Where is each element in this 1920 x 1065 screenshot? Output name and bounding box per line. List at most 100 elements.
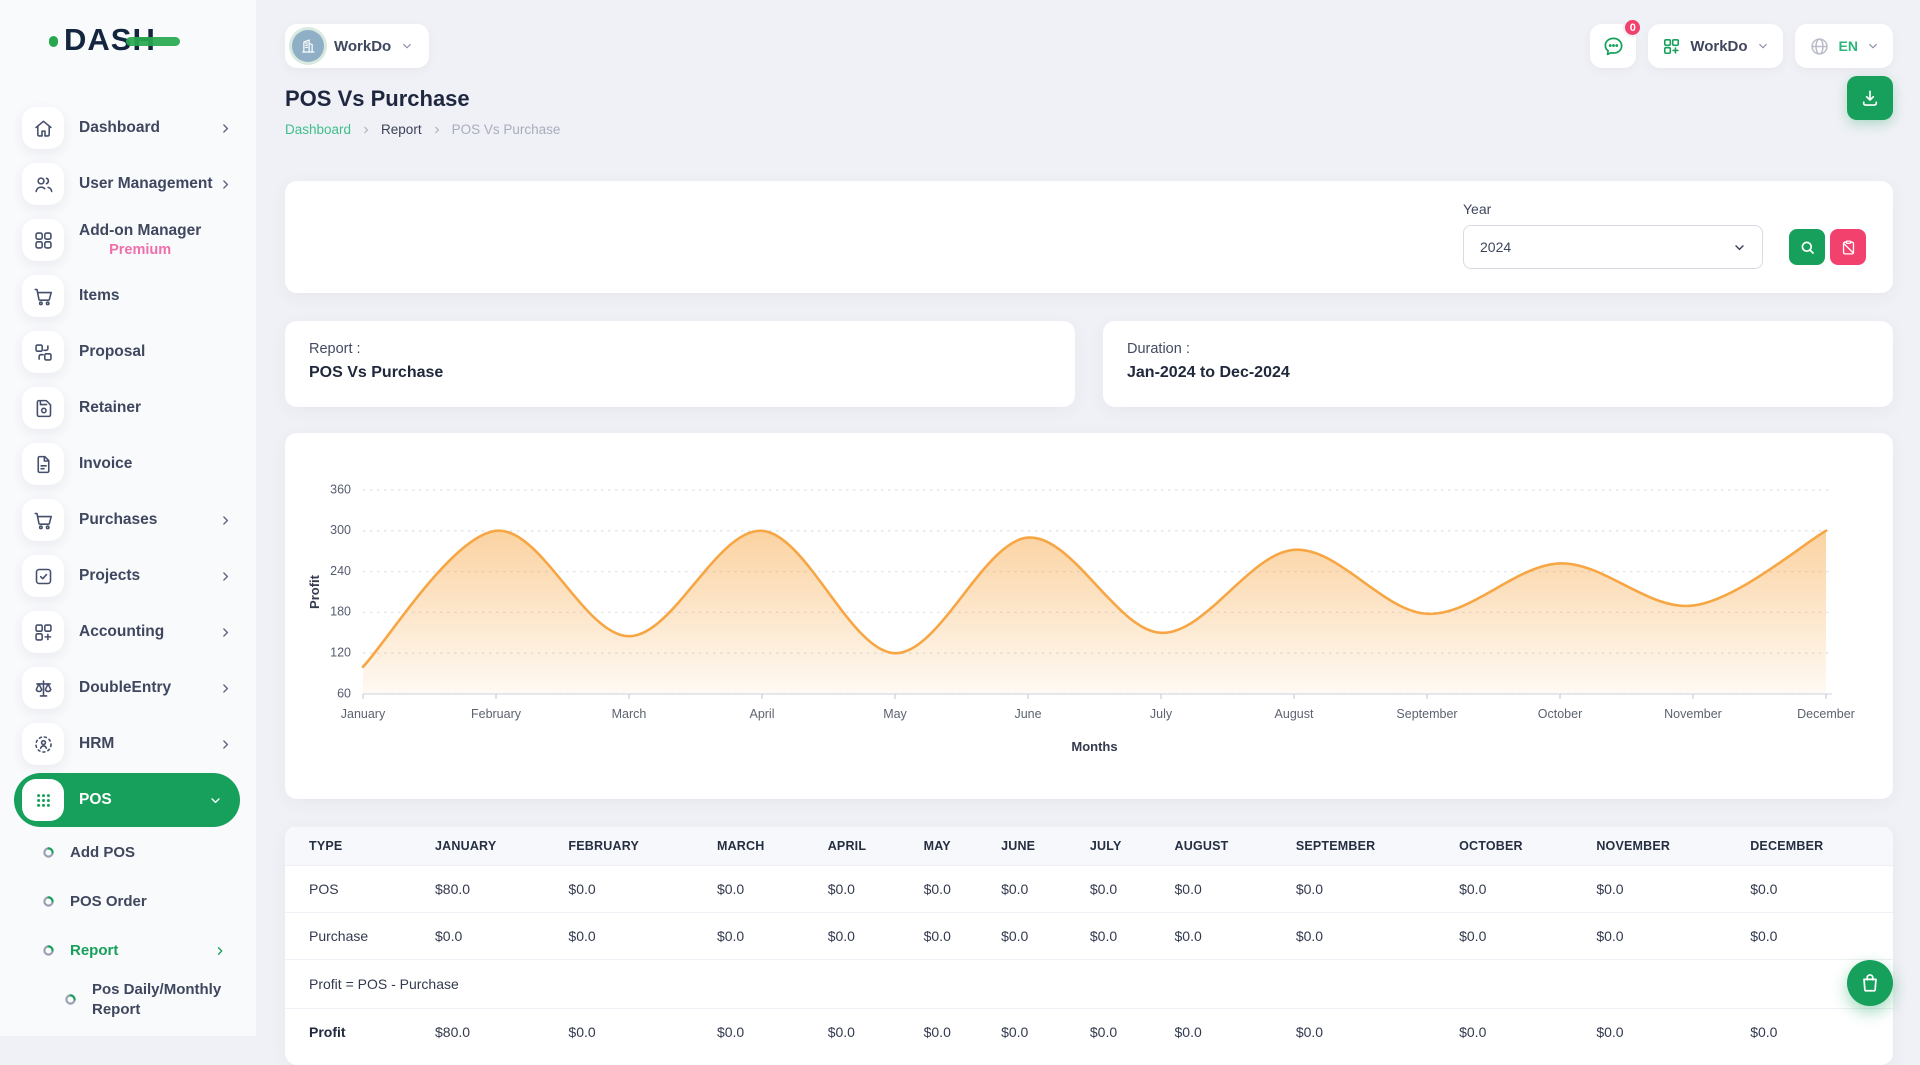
app-switcher-label: WorkDo <box>1690 38 1747 55</box>
sidebar-item-projects[interactable]: Projects <box>0 548 256 604</box>
cell-value: $0.0 <box>1080 1009 1165 1056</box>
globe-icon <box>1809 36 1830 57</box>
report-value: POS Vs Purchase <box>309 364 1051 382</box>
table-header-june: JUNE <box>991 827 1080 866</box>
breadcrumb-link-report[interactable]: Report <box>381 122 422 137</box>
sidebar-item-pos[interactable]: POS <box>14 773 240 827</box>
sidebar-item-accounting[interactable]: Accounting <box>0 604 256 660</box>
cell-value: $0.0 <box>1740 866 1893 913</box>
table-header-type: TYPE <box>285 827 425 866</box>
building-icon <box>299 37 317 55</box>
table-header-february: FEBRUARY <box>558 827 707 866</box>
chevron-right-icon <box>219 626 232 639</box>
reset-button[interactable] <box>1830 229 1866 265</box>
sidebar-item-proposal[interactable]: Proposal <box>0 324 256 380</box>
search-button[interactable] <box>1789 229 1825 265</box>
grid-plus-icon <box>22 611 64 653</box>
sidebar-item-invoice[interactable]: Invoice <box>0 436 256 492</box>
sidebar-item-items[interactable]: Items <box>0 268 256 324</box>
users-icon <box>22 163 64 205</box>
table-header-november: NOVEMBER <box>1586 827 1740 866</box>
year-select[interactable]: 2024 <box>1463 225 1763 269</box>
chevron-down-icon <box>1867 40 1879 52</box>
app-switcher[interactable]: WorkDo <box>1648 24 1782 68</box>
report-table: TYPEJANUARYFEBRUARYMARCHAPRILMAYJUNEJULY… <box>285 826 1893 1055</box>
cell-value: $0.0 <box>558 866 707 913</box>
cell-value: $0.0 <box>707 1009 818 1056</box>
cell-value: $0.0 <box>1165 866 1286 913</box>
cell-value: $0.0 <box>1740 1009 1893 1056</box>
shopping-bag-icon <box>1859 972 1881 994</box>
sidebar-subitem-add-pos[interactable]: Add POS <box>0 828 256 877</box>
cell-value: $0.0 <box>1740 913 1893 960</box>
sidebar: DASH DashboardUser ManagementAdd-on Mana… <box>0 0 256 1036</box>
filter-card: Year 2024 <box>285 181 1893 293</box>
filter-group: Year 2024 <box>1463 201 1866 269</box>
row-type: POS <box>285 866 425 913</box>
proposal-icon <box>22 331 64 373</box>
sidebar-item-user-management[interactable]: User Management <box>0 156 256 212</box>
table-header-may: MAY <box>914 827 991 866</box>
year-select-value: 2024 <box>1480 239 1511 255</box>
sidebar-subitem-pos-daily-monthly-report[interactable]: Pos Daily/Monthly Report <box>0 975 256 1024</box>
sidebar-subitem-pos-order[interactable]: POS Order <box>0 877 256 926</box>
addon-icon <box>22 219 64 261</box>
app-logo[interactable]: DASH <box>0 0 256 80</box>
table-row-pos: POS$80.0$0.0$0.0$0.0$0.0$0.0$0.0$0.0$0.0… <box>285 866 1893 913</box>
svg-text:60: 60 <box>337 686 351 700</box>
cell-value: $0.0 <box>1286 866 1449 913</box>
svg-text:180: 180 <box>330 605 351 619</box>
sidebar-item-retainer[interactable]: Retainer <box>0 380 256 436</box>
download-button[interactable] <box>1847 76 1893 120</box>
cell-value: $0.0 <box>1586 1009 1740 1056</box>
svg-text:June: June <box>1014 707 1041 721</box>
table-note-row: Profit = POS - Purchase <box>285 960 1893 1009</box>
messages-button[interactable]: 0 <box>1590 24 1636 68</box>
svg-text:July: July <box>1150 707 1173 721</box>
check-square-icon <box>22 555 64 597</box>
breadcrumb-current: POS Vs Purchase <box>452 122 561 137</box>
clipboard-off-icon <box>1840 239 1857 256</box>
sidebar-item-hrm[interactable]: HRM <box>0 716 256 772</box>
profit-formula-note: Profit = POS - Purchase <box>285 960 1893 1009</box>
language-label: EN <box>1839 38 1858 54</box>
svg-text:240: 240 <box>330 564 351 578</box>
pos-cart-fab[interactable] <box>1847 960 1893 1006</box>
svg-text:November: November <box>1664 707 1722 721</box>
page-header: POS Vs Purchase Dashboard Report POS Vs … <box>256 68 1920 137</box>
chevron-right-icon <box>361 125 371 135</box>
table-header-december: DECEMBER <box>1740 827 1893 866</box>
svg-text:February: February <box>471 707 522 721</box>
cell-value: $0.0 <box>1286 1009 1449 1056</box>
table-row-purchase: Purchase$0.0$0.0$0.0$0.0$0.0$0.0$0.0$0.0… <box>285 913 1893 960</box>
table-header-september: SEPTEMBER <box>1286 827 1449 866</box>
chevron-right-icon <box>219 738 232 751</box>
svg-text:December: December <box>1797 707 1855 721</box>
sidebar-item-doubleentry[interactable]: DoubleEntry <box>0 660 256 716</box>
language-selector[interactable]: EN <box>1795 24 1893 68</box>
svg-text:May: May <box>883 707 907 721</box>
notification-badge: 0 <box>1623 18 1642 37</box>
hrm-icon <box>22 723 64 765</box>
sidebar-item-add-on-manager[interactable]: Add-on ManagerPremium <box>0 212 256 268</box>
cell-value: $0.0 <box>991 1009 1080 1056</box>
svg-text:120: 120 <box>330 645 351 659</box>
sidebar-item-purchases[interactable]: Purchases <box>0 492 256 548</box>
cell-value: $0.0 <box>914 866 991 913</box>
dots-grid-icon <box>22 779 64 821</box>
table-header-october: OCTOBER <box>1449 827 1586 866</box>
chevron-right-icon <box>219 570 232 583</box>
breadcrumb-link-dashboard[interactable]: Dashboard <box>285 122 351 137</box>
svg-text:360: 360 <box>330 482 351 496</box>
sidebar-item-dashboard[interactable]: Dashboard <box>0 100 256 156</box>
duration-label: Duration : <box>1127 341 1869 357</box>
workspace-selector[interactable]: WorkDo <box>285 24 429 68</box>
cell-value: $0.0 <box>1165 1009 1286 1056</box>
duration-value: Jan-2024 to Dec-2024 <box>1127 364 1869 382</box>
cell-value: $0.0 <box>425 913 558 960</box>
svg-text:January: January <box>341 707 386 721</box>
page-title: POS Vs Purchase <box>285 86 1893 112</box>
svg-text:August: August <box>1275 707 1314 721</box>
logo-text: DASH <box>64 22 156 58</box>
sidebar-subitem-report[interactable]: Report <box>0 926 256 975</box>
